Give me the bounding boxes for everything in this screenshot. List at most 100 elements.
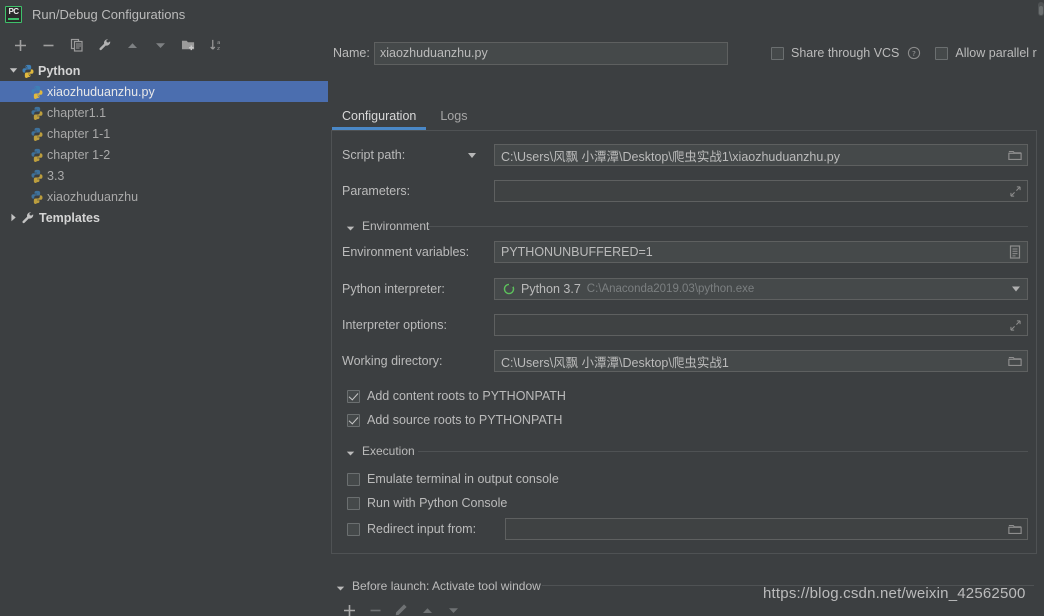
tree-node-xiaozhuduanzhu[interactable]: xiaozhuduanzhu: [0, 186, 328, 207]
chevron-down-icon[interactable]: [6, 66, 21, 75]
run-with-python-console-row[interactable]: Run with Python Console: [347, 492, 507, 514]
vertical-scrollbar-thumb[interactable]: [1039, 6, 1043, 15]
before-launch-label: Before launch: Activate tool window: [352, 579, 541, 593]
sort-az-icon[interactable]: a z: [205, 34, 228, 56]
wrench-icon: [21, 211, 35, 225]
tree-node-label: chapter1.1: [47, 105, 107, 120]
working-directory-value: C:\Users\风飘 小潭潭\Desktop\爬虫实战1: [501, 355, 729, 370]
svg-text:?: ?: [912, 49, 916, 58]
remove-configuration-button[interactable]: [37, 34, 60, 56]
interpreter-options-input[interactable]: [494, 314, 1028, 336]
emulate-terminal-checkbox[interactable]: [347, 472, 360, 486]
python-interpreter-dropdown[interactable]: Python 3.7 C:\Anaconda2019.03\python.exe: [494, 278, 1028, 300]
emulate-terminal-label: Emulate terminal in output console: [367, 472, 559, 486]
redirect-input-row: Redirect input from:: [347, 518, 1028, 540]
svg-text:z: z: [217, 46, 220, 52]
add-content-roots-checkbox[interactable]: [347, 389, 360, 403]
pycharm-logo-text: PC: [8, 7, 19, 16]
new-folder-button[interactable]: [177, 34, 200, 56]
interpreter-options-row: Interpreter options:: [342, 314, 1028, 336]
allow-parallel-run-checkbox[interactable]: [935, 46, 949, 60]
redirect-input-browse-folder-icon[interactable]: [1006, 519, 1024, 539]
tree-node-python[interactable]: Python: [0, 60, 328, 81]
add-source-roots-row[interactable]: Add source roots to PYTHONPATH: [347, 409, 562, 431]
tree-node-3-3[interactable]: 3.3: [0, 165, 328, 186]
environment-section-divider: [429, 226, 1028, 227]
share-through-vcs-checkbox[interactable]: [771, 46, 784, 60]
environment-section-label: Environment: [362, 219, 430, 233]
tab-logs[interactable]: Logs: [430, 105, 477, 129]
emulate-terminal-row[interactable]: Emulate terminal in output console: [347, 468, 559, 490]
environment-variables-value: PYTHONUNBUFFERED=1: [501, 245, 653, 259]
move-up-button[interactable]: [121, 34, 144, 56]
tree-node-label: xiaozhuduanzhu.py: [47, 84, 155, 99]
tree-node-label: Python: [38, 63, 81, 78]
editor-tabs: Configuration Logs: [328, 105, 1044, 131]
run-debug-configurations-dialog: PC Run/Debug Configurations a z Python x…: [0, 0, 1044, 616]
share-through-vcs-label: Share through VCS: [791, 46, 900, 60]
watermark-url: https://blog.csdn.net/weixin_42562500: [763, 585, 1026, 602]
tab-configuration[interactable]: Configuration: [332, 105, 427, 130]
python-interpreter-label: Python interpreter:: [342, 282, 445, 296]
tree-node-xiaozhuduanzhu-py[interactable]: xiaozhuduanzhu.py: [0, 81, 328, 102]
expand-editor-icon[interactable]: [1006, 181, 1024, 201]
window-title: Run/Debug Configurations: [32, 7, 186, 22]
script-path-row: Script path: C:\Users\风飘 小潭潭\Desktop\爬虫实…: [342, 144, 1028, 166]
execution-section-header[interactable]: Execution: [346, 444, 415, 458]
edit-templates-wrench-icon[interactable]: [93, 34, 116, 56]
tree-node-label: Templates: [39, 210, 100, 225]
chevron-down-icon[interactable]: [336, 582, 345, 591]
python-icon: [30, 190, 44, 204]
tree-node-chapter1-1[interactable]: chapter1.1: [0, 102, 328, 123]
script-path-input[interactable]: C:\Users\风飘 小潭潭\Desktop\爬虫实战1\xiaozhudua…: [494, 144, 1028, 166]
working-directory-input[interactable]: C:\Users\风飘 小潭潭\Desktop\爬虫实战1: [494, 350, 1028, 372]
name-input[interactable]: xiaozhuduanzhu.py: [374, 41, 728, 65]
redirect-input-checkbox[interactable]: [347, 522, 360, 536]
copy-configuration-button[interactable]: [65, 34, 88, 56]
configurations-tree: Python xiaozhuduanzhu.py chapter1.1 chap…: [0, 60, 328, 616]
parameters-input[interactable]: [494, 180, 1028, 202]
question-mark-icon[interactable]: ?: [907, 46, 921, 60]
add-content-roots-row[interactable]: Add content roots to PYTHONPATH: [347, 385, 566, 407]
python-interpreter-row: Python interpreter: Python 3.7 C:\Anacon…: [342, 278, 1028, 300]
python-icon: [30, 106, 44, 120]
python-icon: [21, 64, 35, 78]
tree-node-chapter-1-1[interactable]: chapter 1-1: [0, 123, 328, 144]
python-icon: [30, 85, 44, 99]
add-content-roots-label: Add content roots to PYTHONPATH: [367, 389, 566, 403]
pycharm-logo-icon: PC: [5, 6, 22, 23]
chevron-down-icon[interactable]: [346, 222, 355, 231]
working-directory-browse-folder-icon[interactable]: [1006, 351, 1024, 371]
expand-editor-icon[interactable]: [1006, 315, 1024, 335]
tree-node-chapter-1-2[interactable]: chapter 1-2: [0, 144, 328, 165]
chevron-down-icon[interactable]: [346, 447, 355, 456]
redirect-input-field[interactable]: [505, 518, 1028, 540]
before-launch-toolbar: [336, 600, 466, 616]
add-configuration-button[interactable]: [9, 34, 32, 56]
allow-parallel-run-label: Allow parallel r: [955, 46, 1037, 60]
add-task-button[interactable]: [336, 600, 362, 616]
add-source-roots-checkbox[interactable]: [347, 413, 360, 427]
tree-node-label: chapter 1-1: [47, 126, 111, 141]
move-down-button[interactable]: [149, 34, 172, 56]
before-launch-header[interactable]: Before launch: Activate tool window: [336, 579, 541, 593]
script-path-browse-folder-icon[interactable]: [1006, 145, 1024, 165]
environment-variables-input[interactable]: PYTHONUNBUFFERED=1: [494, 241, 1028, 263]
chevron-down-icon[interactable]: [1012, 286, 1020, 292]
script-path-mode-dropdown[interactable]: [454, 144, 494, 166]
run-with-python-console-checkbox[interactable]: [347, 496, 360, 510]
chevron-right-icon[interactable]: [6, 213, 21, 222]
tree-node-label: 3.3: [47, 168, 65, 183]
environment-variables-editor-icon[interactable]: [1006, 242, 1024, 262]
tree-node-templates[interactable]: Templates: [0, 207, 328, 228]
task-move-down-button: [440, 600, 466, 616]
python-icon: [30, 148, 44, 162]
environment-variables-row: Environment variables: PYTHONUNBUFFERED=…: [342, 241, 1028, 263]
environment-section-header[interactable]: Environment: [346, 219, 429, 233]
environment-variables-label: Environment variables:: [342, 245, 470, 259]
execution-section-label: Execution: [362, 444, 415, 458]
configuration-editor-panel: Name: xiaozhuduanzhu.py Share through VC…: [328, 29, 1044, 616]
script-path-value: C:\Users\风飘 小潭潭\Desktop\爬虫实战1\xiaozhudua…: [501, 149, 841, 164]
add-source-roots-label: Add source roots to PYTHONPATH: [367, 413, 563, 427]
name-input-value: xiaozhuduanzhu.py: [380, 46, 488, 60]
